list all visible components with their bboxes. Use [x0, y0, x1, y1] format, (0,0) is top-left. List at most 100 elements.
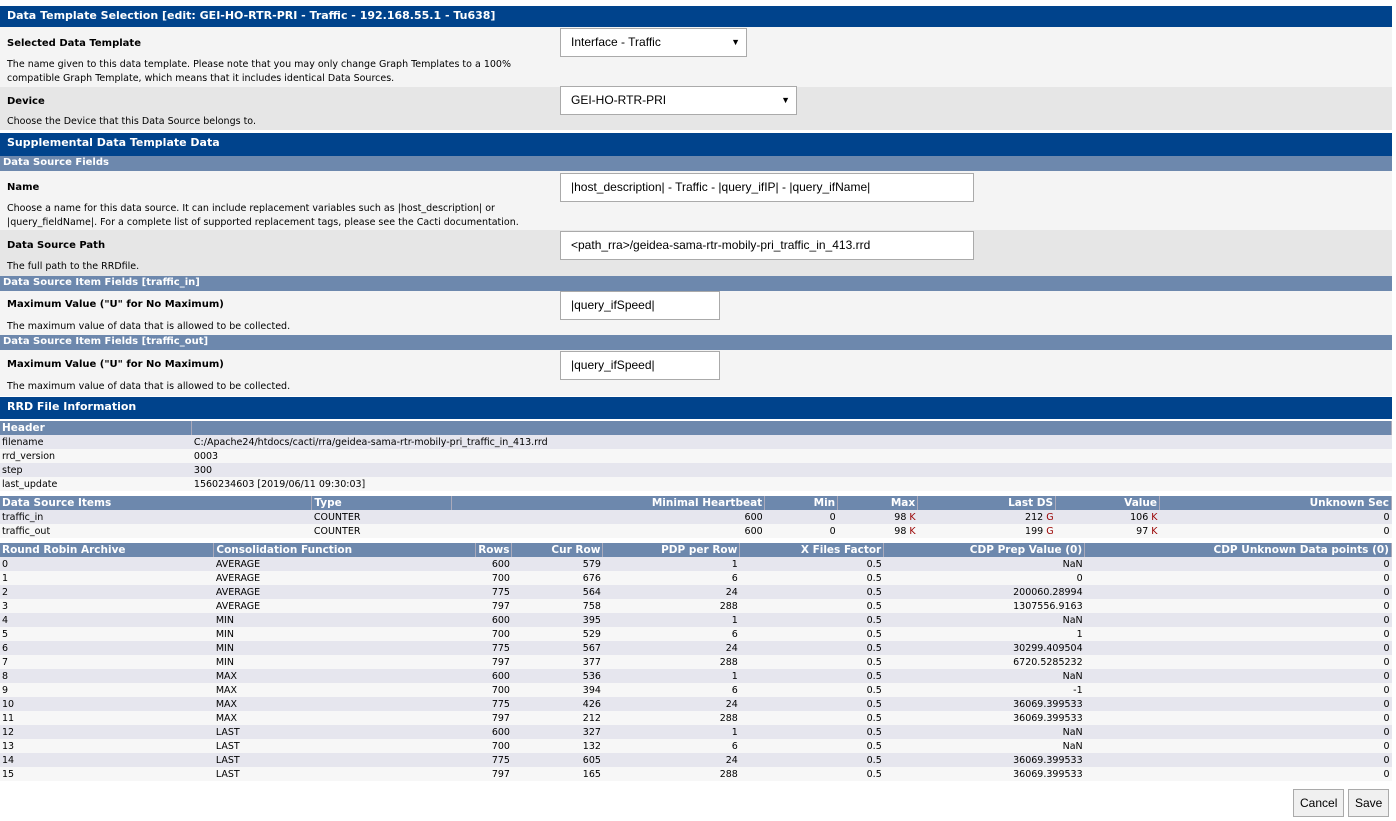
table-cell: 14	[0, 753, 214, 767]
table-cell: 327	[511, 725, 603, 739]
table-cell: NaN	[883, 739, 1085, 753]
table-cell: AVERAGE	[213, 571, 476, 585]
table-cell: 600	[451, 510, 765, 524]
table-cell: 199 G	[917, 524, 1056, 538]
table-cell: 0.5	[739, 725, 884, 739]
name-input[interactable]: |host_description| - Traffic - |query_if…	[560, 173, 974, 202]
table-cell: 0	[1084, 571, 1392, 585]
table-cell: 797	[475, 655, 512, 669]
column-header: Max	[837, 496, 919, 510]
table-cell: 0.5	[739, 697, 884, 711]
table-cell: 1	[883, 627, 1085, 641]
ds-items-table: Data Source Items Type Minimal Heartbeat Mi…	[0, 496, 1392, 538]
device-desc: Choose the Device that this Data Source …	[7, 116, 256, 127]
table-cell: 797	[475, 599, 512, 613]
table-cell: AVERAGE	[213, 599, 476, 613]
table-cell: 0	[764, 524, 838, 538]
table-cell: 12	[0, 725, 214, 739]
page-title: Data Template Selection [edit: GEI-HO-RT…	[0, 6, 1392, 27]
save-button[interactable]: Save	[1348, 789, 1390, 817]
table-cell: 775	[475, 585, 512, 599]
table-cell: last_update	[0, 477, 192, 491]
column-header: CDP Unknown Data points (0)	[1084, 543, 1392, 557]
column-header: Minimal Heartbeat	[451, 496, 766, 510]
table-row: 5 MIN 700 529 6 0.5 1 0	[0, 627, 1392, 641]
table-cell: 13	[0, 739, 214, 753]
device-label: Device	[7, 96, 45, 107]
table-cell: 0	[1084, 641, 1392, 655]
table-cell: 15	[0, 767, 214, 781]
column-header: Unknown Sec	[1159, 496, 1392, 510]
table-cell: 98 K	[837, 524, 918, 538]
item-out-desc: The maximum value of data that is allowe…	[7, 381, 291, 392]
table-cell: 0	[1084, 683, 1392, 697]
rra-table: Round Robin Archive Consolidation Functio…	[0, 543, 1392, 781]
name-desc: Choose a name for this data source. It c…	[7, 203, 519, 228]
table-cell: 0	[1084, 711, 1392, 725]
table-cell: 24	[602, 753, 740, 767]
table-cell: 36069.399533	[883, 697, 1085, 711]
cancel-button[interactable]: Cancel	[1293, 789, 1345, 817]
header-row: Data Source Items Type Minimal Heartbeat Mi…	[0, 496, 1392, 510]
item-in-max-input[interactable]: |query_ifSpeed|	[560, 291, 720, 320]
table-cell: 0	[1084, 669, 1392, 683]
table-cell: 700	[475, 571, 512, 585]
column-header: Cur Row	[511, 543, 604, 557]
item-out-max-input[interactable]: |query_ifSpeed|	[560, 351, 720, 380]
table-cell: 0.5	[739, 683, 884, 697]
table-cell: 377	[511, 655, 603, 669]
table-cell: 0	[0, 557, 214, 571]
table-cell: NaN	[883, 613, 1085, 627]
table-cell: NaN	[883, 669, 1085, 683]
table-cell: 758	[511, 599, 603, 613]
table-cell: 200060.28994	[883, 585, 1085, 599]
table-cell: 0	[1084, 655, 1392, 669]
path-label: Data Source Path	[7, 240, 106, 251]
table-cell: 6	[602, 627, 740, 641]
table-cell: 775	[475, 697, 512, 711]
table-cell: 426	[511, 697, 603, 711]
table-cell: LAST	[213, 753, 476, 767]
table-cell: 797	[475, 711, 512, 725]
template-select[interactable]: Interface - Traffic	[560, 28, 747, 57]
table-cell: NaN	[883, 557, 1085, 571]
table-row: rrd_version 0003	[0, 449, 1392, 463]
table-cell: 165	[511, 767, 603, 781]
table-cell: 0.5	[739, 767, 884, 781]
table-cell: MIN	[213, 655, 476, 669]
table-cell: 0	[1084, 767, 1392, 781]
table-cell: 288	[602, 711, 740, 725]
table-cell: step	[0, 463, 192, 477]
column-header: Min	[764, 496, 839, 510]
table-cell: 0.5	[739, 669, 884, 683]
table-cell: MIN	[213, 613, 476, 627]
table-row: 9 MAX 700 394 6 0.5 -1 0	[0, 683, 1392, 697]
table-cell: 0	[883, 571, 1085, 585]
table-cell: 0	[1084, 585, 1392, 599]
table-cell: 1	[602, 557, 740, 571]
table-cell: MIN	[213, 627, 476, 641]
table-cell: -1	[883, 683, 1085, 697]
device-select[interactable]: GEI-HO-RTR-PRI	[560, 86, 797, 115]
table-row: 13 LAST 700 132 6 0.5 NaN 0	[0, 739, 1392, 753]
table-cell: 0.5	[739, 557, 884, 571]
table-cell: 775	[475, 753, 512, 767]
table-cell: 6	[602, 571, 740, 585]
table-cell: NaN	[883, 725, 1085, 739]
table-cell: 0	[1084, 725, 1392, 739]
table-cell: AVERAGE	[213, 585, 476, 599]
table-cell: 288	[602, 767, 740, 781]
column-header: Data Source Items	[0, 496, 313, 510]
path-input[interactable]: <path_rra>/geidea-sama-rtr-mobily-pri_tr…	[560, 231, 974, 260]
table-cell: 8	[0, 669, 214, 683]
table-cell: 212 G	[917, 510, 1056, 524]
table-cell: 1	[0, 571, 214, 585]
table-cell: 0.5	[739, 613, 884, 627]
column-header: Consolidation Function	[213, 543, 477, 557]
table-cell: 700	[475, 627, 512, 641]
table-cell: COUNTER	[311, 510, 452, 524]
template-desc: The name given to this data template. Pl…	[7, 59, 511, 84]
table-cell: 394	[511, 683, 603, 697]
table-cell: 36069.399533	[883, 753, 1085, 767]
table-cell: 0	[1084, 627, 1392, 641]
